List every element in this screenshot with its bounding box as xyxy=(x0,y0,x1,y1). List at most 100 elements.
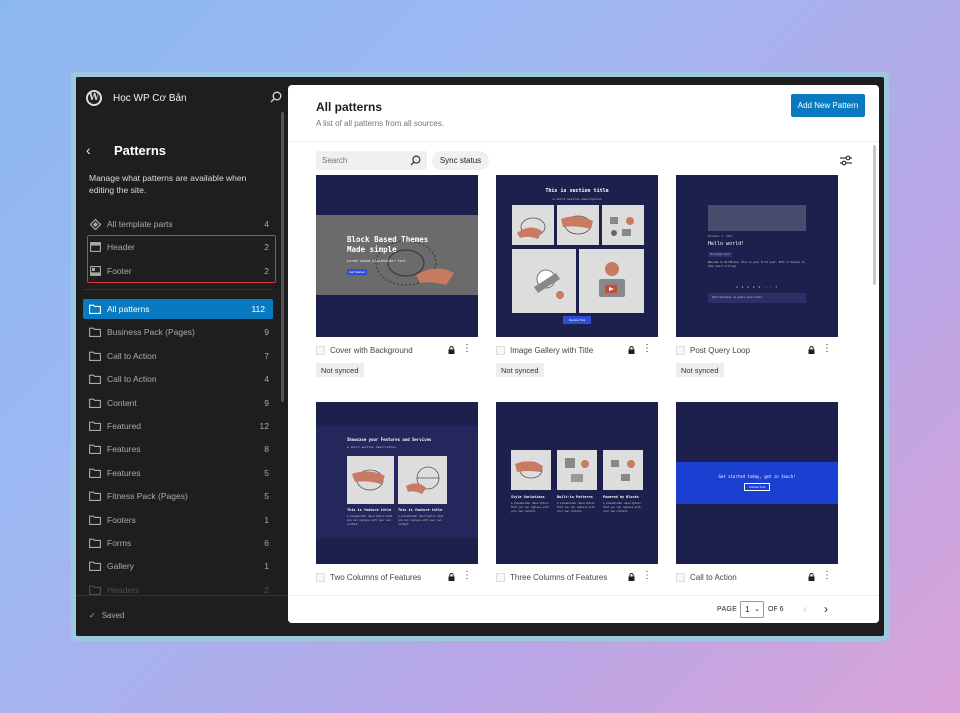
feature-text: A placeholder description that you can r… xyxy=(347,515,393,526)
chevron-left-icon[interactable]: ‹ xyxy=(86,142,104,158)
nav-item-all-template-parts[interactable]: All template parts 4 xyxy=(89,214,277,234)
nav-item-category[interactable]: Call to Action 4 xyxy=(89,369,277,389)
cta-button: Contact Tool xyxy=(744,483,770,491)
pattern-preview[interactable]: Get started today, get in touch! Contact… xyxy=(676,402,838,564)
more-options-icon[interactable]: ⋮ xyxy=(642,570,652,582)
nav-item-category[interactable]: Gallery 1 xyxy=(89,556,277,576)
nav-item-category[interactable]: Fitness Pack (Pages) 5 xyxy=(89,486,277,506)
sliders-icon[interactable] xyxy=(839,154,853,167)
card-footer: Call to Action ⋮ xyxy=(676,570,838,584)
nav-item-label: Features xyxy=(107,444,141,455)
panel-description: Manage what patterns are available when … xyxy=(89,173,247,195)
cover-image: Block Based Themes Made simple Lorem ips… xyxy=(316,215,478,295)
feature-image xyxy=(603,450,643,490)
divider xyxy=(83,289,273,290)
nav-item-category[interactable]: Features 5 xyxy=(89,463,277,483)
pattern-name[interactable]: Cover with Background xyxy=(330,346,413,355)
search-field[interactable] xyxy=(316,151,427,170)
site-title[interactable]: Học WP Cơ Bản xyxy=(113,93,187,104)
page-select[interactable]: 1 ⌄ xyxy=(740,601,764,618)
nav-item-label: Featured xyxy=(107,421,142,431)
more-options-icon[interactable]: ⋮ xyxy=(822,570,832,582)
nav-item-count: 12 xyxy=(259,421,269,431)
nav-item-label: Headers xyxy=(107,584,140,595)
feature-title: Style Variations xyxy=(511,495,545,499)
globe-illustration xyxy=(406,466,440,494)
nav-item-label: Footers xyxy=(107,514,136,525)
nav-item-count: 4 xyxy=(264,219,269,229)
sidebar-scrollbar[interactable] xyxy=(281,112,284,402)
pattern-preview[interactable]: Block Based Themes Made simple Lorem ips… xyxy=(316,175,478,337)
page-label: PAGE xyxy=(717,606,738,613)
post-pager: 1 2 3 4 5 ... 7 xyxy=(735,285,779,289)
pattern-name[interactable]: Two Columns of Features xyxy=(330,573,421,582)
nav-item-category[interactable]: Headers 2 xyxy=(89,580,277,600)
pattern-preview[interactable]: Showcase your Features and Services A sh… xyxy=(316,402,478,564)
main-content: All patterns A list of all patterns from… xyxy=(288,85,879,623)
pattern-name[interactable]: Post Query Loop xyxy=(690,346,750,355)
add-new-pattern-button[interactable]: Add New Pattern xyxy=(791,94,865,117)
cta-heading: Get started today, get in touch! xyxy=(718,474,796,479)
more-options-icon[interactable]: ⋮ xyxy=(462,570,472,582)
nav-item-category[interactable]: Business Pack (Pages) 9 xyxy=(89,322,277,342)
select-checkbox[interactable] xyxy=(496,572,505,582)
sync-status-button[interactable]: Sync status xyxy=(432,151,489,170)
pattern-name[interactable]: Image Gallery with Title xyxy=(510,346,593,355)
select-checkbox[interactable] xyxy=(316,345,325,355)
pattern-name[interactable]: Three Columns of Features xyxy=(510,573,607,582)
section-title: Showcase your Features and Services xyxy=(347,437,432,442)
next-page-button[interactable]: › xyxy=(824,602,828,616)
select-checkbox[interactable] xyxy=(676,345,685,355)
nav-item-label: All template parts xyxy=(107,219,173,229)
feature-title: This is feature title xyxy=(398,508,443,512)
nav-item-category[interactable]: Footers 1 xyxy=(89,510,277,530)
nav-item-category[interactable]: All patterns 112 xyxy=(83,299,273,319)
content-scrollbar[interactable] xyxy=(873,145,876,285)
more-options-icon[interactable]: ⋮ xyxy=(462,343,472,355)
cover-heading: Block Based Themes Made simple xyxy=(347,235,429,254)
featured-image xyxy=(708,205,806,231)
more-options-icon[interactable]: ⋮ xyxy=(642,343,652,355)
more-options-icon[interactable]: ⋮ xyxy=(822,343,832,355)
sync-badge: Not synced xyxy=(316,363,364,377)
pagination: PAGE 1 ⌄ OF 6 ‹ › xyxy=(288,595,879,623)
pattern-name[interactable]: Call to Action xyxy=(690,573,737,582)
save-status: ✓ Saved xyxy=(89,611,124,620)
lock-icon xyxy=(808,346,815,354)
nav-item-category[interactable]: Featured 12 xyxy=(89,416,277,436)
nav-item-category[interactable]: Forms 6 xyxy=(89,533,277,553)
nav-item-category[interactable]: Features 8 xyxy=(89,439,277,459)
card-footer: Cover with Background ⋮ xyxy=(316,343,478,357)
folder-icon xyxy=(89,421,101,432)
nav-item-count: 8 xyxy=(264,444,269,455)
previous-page-button[interactable]: ‹ xyxy=(803,602,807,616)
folder-icon xyxy=(89,491,101,502)
gallery-button: Review Tool xyxy=(563,316,591,324)
site-header: W Học WP Cơ Bản xyxy=(86,88,282,108)
feature-text: A placeholder description that you can r… xyxy=(603,502,641,513)
blocks-illustration xyxy=(565,458,589,482)
nav-item-count: 1 xyxy=(264,561,269,572)
wordpress-logo-icon[interactable]: W xyxy=(86,90,102,106)
feature-image xyxy=(557,450,597,490)
select-checkbox[interactable] xyxy=(496,345,505,355)
select-checkbox[interactable] xyxy=(316,572,325,582)
folder-icon xyxy=(89,304,101,315)
nav-item-category[interactable]: Call to Action 7 xyxy=(89,346,277,366)
sync-badge: Not synced xyxy=(676,363,724,377)
site-editor-window: W Học WP Cơ Bản ‹ Patterns Manage what p… xyxy=(76,77,884,636)
pattern-preview[interactable]: This is section title A short section de… xyxy=(496,175,658,337)
folder-icon xyxy=(89,327,101,338)
saved-label: Saved xyxy=(101,611,125,620)
nav-item-count: 9 xyxy=(264,397,269,408)
pattern-preview[interactable]: December 2, 2024 Hello world! Uncategori… xyxy=(676,175,838,337)
feature-image xyxy=(347,456,394,504)
select-checkbox[interactable] xyxy=(676,572,685,582)
nav-item-category[interactable]: Content 9 xyxy=(89,393,277,413)
pattern-preview[interactable]: Style Variations Built-in Patterns Power… xyxy=(496,402,658,564)
lock-icon xyxy=(808,573,815,581)
patterns-grid: Block Based Themes Made simple Lorem ips… xyxy=(288,175,868,595)
search-icon[interactable] xyxy=(270,91,282,103)
lock-icon xyxy=(448,573,455,581)
search-input[interactable] xyxy=(322,156,402,165)
